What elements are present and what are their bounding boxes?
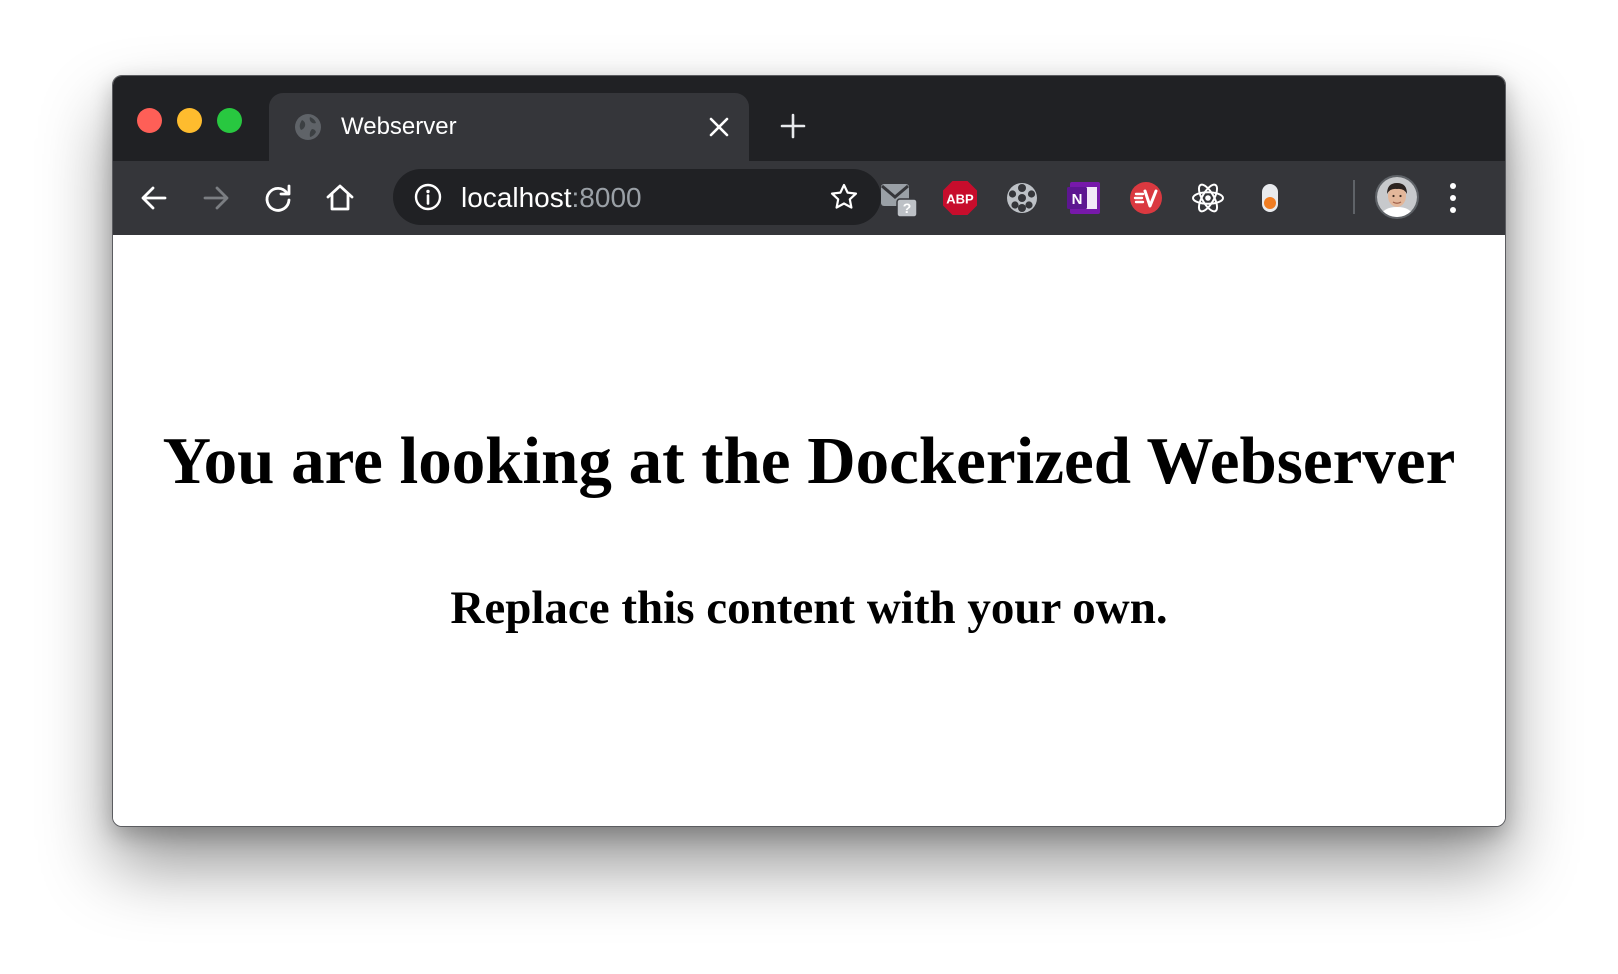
address-bar[interactable]: localhost:8000 [393, 169, 881, 225]
profile-avatar[interactable] [1375, 175, 1419, 219]
abp-label: ABP [946, 192, 974, 207]
react-devtools-icon[interactable] [1189, 179, 1227, 217]
more-menu-icon[interactable] [1446, 180, 1460, 216]
avatar-image [1377, 177, 1417, 217]
mail-checker-icon[interactable]: ? [879, 179, 917, 217]
url-port: :8000 [571, 182, 642, 213]
onenote-clipper-icon[interactable]: N [1065, 179, 1103, 217]
expressvpn-icon[interactable] [1127, 179, 1165, 217]
tab-title: Webserver [341, 113, 457, 140]
new-tab-button[interactable] [779, 112, 807, 140]
url-text: localhost:8000 [461, 182, 642, 214]
onenote-label: N [1072, 191, 1083, 208]
globe-icon [295, 114, 321, 140]
mail-badge: ? [903, 200, 912, 216]
window-maximize-button[interactable] [217, 108, 242, 133]
page-heading: You are looking at the Dockerized Webser… [162, 424, 1456, 498]
info-icon[interactable] [413, 182, 443, 212]
url-host: localhost [461, 182, 572, 213]
window-close-button[interactable] [137, 108, 162, 133]
forward-arrow-icon[interactable] [199, 181, 233, 215]
toolbar-divider [1353, 180, 1355, 214]
window-minimize-button[interactable] [177, 108, 202, 133]
close-icon[interactable] [707, 115, 731, 139]
browser-window: Webserver localhost:8000 ? ABP N You are… [112, 75, 1506, 827]
page-subheading: Replace this content with your own. [450, 582, 1168, 634]
toggle-extension-icon[interactable] [1251, 179, 1289, 217]
tab-webserver[interactable]: Webserver [269, 93, 749, 161]
film-reel-icon[interactable] [1003, 179, 1041, 217]
tab-strip: Webserver [113, 76, 1505, 161]
adblock-plus-icon[interactable]: ABP [941, 179, 979, 217]
back-arrow-icon[interactable] [137, 181, 171, 215]
page-content: You are looking at the Dockerized Webser… [113, 235, 1505, 826]
reload-icon[interactable] [261, 181, 295, 215]
home-icon[interactable] [323, 181, 357, 215]
bookmark-star-icon[interactable] [829, 182, 859, 212]
browser-toolbar: localhost:8000 ? ABP N [113, 161, 1505, 235]
